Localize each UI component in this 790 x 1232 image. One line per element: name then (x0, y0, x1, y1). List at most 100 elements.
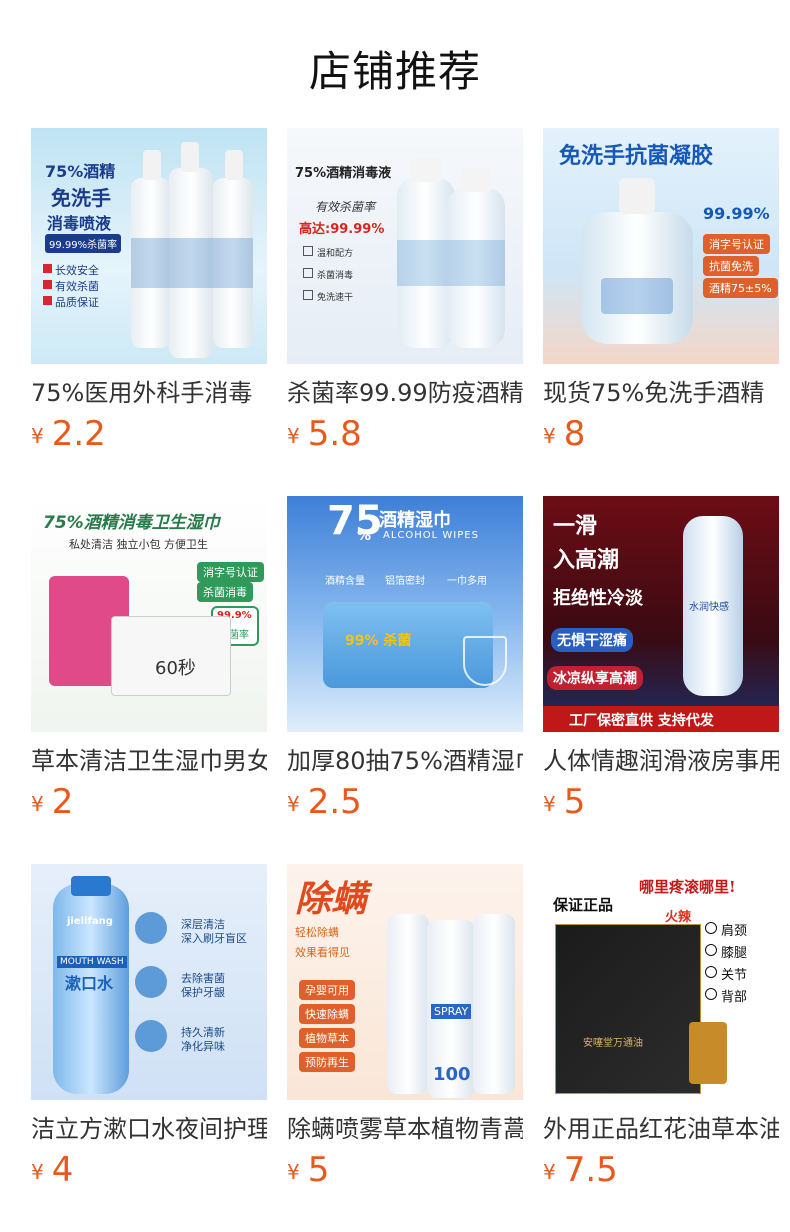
checkbox-icon (303, 290, 313, 300)
image-text: 一巾多用 (447, 576, 487, 587)
image-text: 免洗手 (51, 186, 111, 210)
shield-icon (463, 636, 507, 686)
image-text: 保证正品 (553, 896, 614, 914)
price-value: 8 (563, 414, 586, 454)
image-text: 轻松除螨 (295, 926, 339, 939)
product-image[interactable]: 免洗手抗菌凝胶 99.99% 消字号认证 抗菌免洗 酒精75±5% (543, 128, 779, 364)
bottle-cap (461, 168, 491, 192)
product-card[interactable]: 一滑 入高潮 拒绝性冷淡 无惧干涩痛 冰凉纵享高潮 水润快感 工厂保密直供 支持… (543, 496, 779, 822)
product-price: ¥2.5 (287, 782, 362, 822)
image-text: 铝箔密封 (385, 576, 425, 587)
arrow-icon (705, 944, 717, 956)
product-name[interactable]: 杀菌率99.99防疫酒精 (287, 376, 523, 410)
product-image[interactable]: jielifang MOUTH WASH 漱口水 深层清洁 深入刷牙盲区 去除害… (31, 864, 267, 1100)
product-name[interactable]: 草本清洁卫生湿巾男女 (31, 744, 267, 778)
product-name[interactable]: 除螨喷雾草本植物青蒿 (287, 1112, 523, 1146)
checkbox-icon (303, 246, 313, 256)
product-card[interactable]: 75%酒精消毒卫生湿巾 私处清洁 独立小包 方便卫生 消字号认证 杀菌消毒 99… (31, 496, 267, 822)
product-image[interactable]: 哪里疼滚哪里! 保证正品 火辣 安噻堂万通油 肩颈 膝腿 关节 背部 (543, 864, 779, 1100)
product-image[interactable]: 一滑 入高潮 拒绝性冷淡 无惧干涩痛 冰凉纵享高潮 水润快感 工厂保密直供 支持… (543, 496, 779, 732)
product-card[interactable]: 除螨 轻松除螨 效果看得见 孕婴可用 快速除螨 植物草本 预防再生 SPRAY … (287, 864, 523, 1190)
price-value: 4 (51, 1150, 74, 1190)
image-text: MOUTH WASH (57, 956, 127, 968)
image-text: 酒精湿巾 (379, 510, 451, 531)
feature-tag: 消字号认证 (197, 562, 264, 582)
image-text: 净化异味 (181, 1040, 225, 1053)
product-name[interactable]: 加厚80抽75%酒精湿巾 (287, 744, 523, 778)
product-price: ¥2.2 (31, 414, 106, 454)
product-card[interactable]: 哪里疼滚哪里! 保证正品 火辣 安噻堂万通油 肩颈 膝腿 关节 背部 外用正品红… (543, 864, 779, 1190)
image-text: ALCOHOL WIPES (383, 530, 479, 541)
price-value: 2 (51, 782, 74, 822)
image-text: 消毒喷液 (47, 214, 112, 233)
image-text: 水润快感 (689, 602, 729, 613)
product-image[interactable]: 75 % 酒精湿巾 ALCOHOL WIPES 酒精含量 铝箔密封 一巾多用 9… (287, 496, 523, 732)
product-name[interactable]: 洁立方漱口水夜间护理 (31, 1112, 267, 1146)
image-text: 一滑 (553, 514, 598, 539)
price-value: 2.2 (51, 414, 106, 454)
image-text: 膝腿 (721, 946, 748, 961)
product-name[interactable]: 人体情趣润滑液房事用品 (543, 744, 779, 778)
image-text: 私处清洁 独立小包 方便卫生 (69, 538, 208, 551)
bottle-cap (411, 158, 441, 182)
currency-symbol: ¥ (31, 792, 44, 816)
tooth-icon (135, 912, 167, 944)
image-text: 关节 (721, 968, 748, 983)
image-text: 高达:99.99% (299, 222, 385, 237)
currency-symbol: ¥ (543, 792, 556, 816)
spray-bottle-image (387, 914, 429, 1094)
image-text: 冰凉纵享高潮 (547, 666, 643, 690)
arrow-icon (705, 966, 717, 978)
image-text: 75 (327, 498, 383, 544)
image-text: 75%酒精消毒液 (295, 166, 392, 181)
product-price: ¥5 (287, 1150, 329, 1190)
plus-icon (43, 280, 52, 289)
tooth-icon (135, 966, 167, 998)
image-text: 有效杀菌 (55, 280, 99, 293)
feature-tag: 杀菌消毒 (197, 582, 253, 602)
product-name[interactable]: 75%医用外科手消毒 (31, 376, 267, 410)
arrow-icon (705, 988, 717, 1000)
product-image[interactable]: 除螨 轻松除螨 效果看得见 孕婴可用 快速除螨 植物草本 预防再生 SPRAY … (287, 864, 523, 1100)
image-text: 75%酒精消毒卫生湿巾 (43, 513, 220, 533)
feature-tag: 孕婴可用 (299, 980, 355, 1000)
price-value: 5 (307, 1150, 330, 1190)
image-text: 肩颈 (721, 924, 748, 939)
product-card[interactable]: 75%酒精消毒液 有效杀菌率 高达:99.99% 温和配方 杀菌消毒 免洗速干 … (287, 128, 523, 454)
product-image[interactable]: 75%酒精消毒液 有效杀菌率 高达:99.99% 温和配方 杀菌消毒 免洗速干 (287, 128, 523, 364)
image-text: 无惧干涩痛 (551, 628, 633, 652)
image-text: % (357, 528, 372, 544)
product-image[interactable]: 75%酒精消毒卫生湿巾 私处清洁 独立小包 方便卫生 消字号认证 杀菌消毒 99… (31, 496, 267, 732)
image-text: 免洗速干 (317, 293, 354, 303)
spray-cap (181, 142, 199, 172)
image-text: 火辣 (665, 910, 692, 925)
product-name[interactable]: 现货75%免洗手酒精 (543, 376, 779, 410)
product-card[interactable]: 75 % 酒精湿巾 ALCOHOL WIPES 酒精含量 铝箔密封 一巾多用 9… (287, 496, 523, 822)
product-card[interactable]: 75%酒精 免洗手 消毒喷液 99.99%杀菌率 长效安全 有效杀菌 品质保证 … (31, 128, 267, 454)
price-value: 5 (563, 782, 586, 822)
product-image[interactable]: 75%酒精 免洗手 消毒喷液 99.99%杀菌率 长效安全 有效杀菌 品质保证 (31, 128, 267, 364)
page-title: 店铺推荐 (308, 47, 481, 96)
currency-symbol: ¥ (31, 1160, 44, 1184)
image-text: 99.99% (703, 204, 770, 223)
image-text: 长效安全 (55, 264, 99, 277)
currency-symbol: ¥ (543, 1160, 556, 1184)
image-text: 酒精含量 (325, 576, 365, 587)
feature-tag: 抗菌免洗 (703, 256, 759, 276)
bottle-cap (71, 876, 111, 896)
feature-tag: 酒精75±5% (703, 278, 778, 298)
product-card[interactable]: 免洗手抗菌凝胶 99.99% 消字号认证 抗菌免洗 酒精75±5% 现货75%免… (543, 128, 779, 454)
image-text: 99% 杀菌 (345, 633, 412, 649)
currency-symbol: ¥ (287, 424, 300, 448)
product-card[interactable]: jielifang MOUTH WASH 漱口水 深层清洁 深入刷牙盲区 去除害… (31, 864, 267, 1190)
oil-box-image (555, 924, 701, 1094)
product-price: ¥2 (31, 782, 73, 822)
image-text: 漱口水 (65, 974, 114, 993)
product-price: ¥4 (31, 1150, 73, 1190)
spray-bottle-image (473, 914, 515, 1094)
pump-head (619, 178, 655, 214)
image-text: 免洗手抗菌凝胶 (559, 144, 714, 169)
currency-symbol: ¥ (31, 424, 44, 448)
product-name[interactable]: 外用正品红花油草本油 (543, 1112, 779, 1146)
feature-tag: 消字号认证 (703, 234, 770, 254)
